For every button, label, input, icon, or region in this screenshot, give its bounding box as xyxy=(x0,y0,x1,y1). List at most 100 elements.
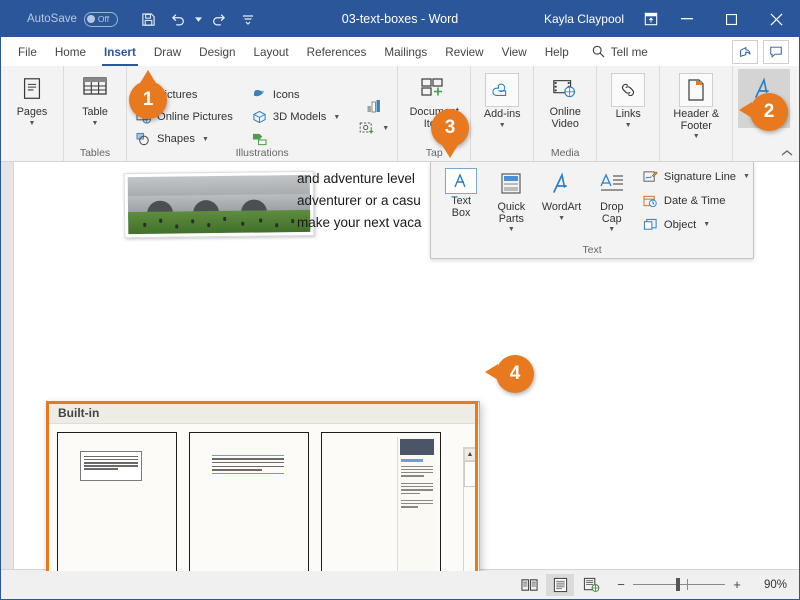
autosave-toggle[interactable]: AutoSave Off xyxy=(27,11,118,27)
chevron-down-icon[interactable]: ▼ xyxy=(625,122,632,130)
ribbon-group-pages: Pages ▼ xyxy=(1,66,63,161)
zoom-control[interactable]: − + 90% xyxy=(616,577,787,592)
date-time-label: Date & Time xyxy=(663,194,726,207)
object-button[interactable]: Object ▼ xyxy=(639,215,753,234)
status-bar: − + 90% xyxy=(1,569,799,599)
tab-review[interactable]: Review xyxy=(436,39,492,66)
undo-dropdown-caret-icon[interactable] xyxy=(194,6,203,32)
tab-file[interactable]: File xyxy=(9,39,46,66)
ribbon-group-tables: Table ▼ Tables xyxy=(63,66,126,161)
print-layout-icon[interactable] xyxy=(546,573,574,596)
add-ins-button[interactable]: Add-ins ▼ xyxy=(476,69,528,130)
icons-button[interactable]: Icons xyxy=(248,86,343,105)
tab-references[interactable]: References xyxy=(298,39,376,66)
tab-layout[interactable]: Layout xyxy=(245,39,298,66)
3d-models-button[interactable]: 3D Models ▼ xyxy=(248,108,343,127)
document-area[interactable]: and adventure level adventurer or a casu… xyxy=(1,162,799,571)
tab-draw[interactable]: Draw xyxy=(145,39,190,66)
chart-button[interactable] xyxy=(362,97,385,116)
chevron-down-icon[interactable]: ▼ xyxy=(703,221,710,228)
callout-badge-1: 1 xyxy=(129,70,167,119)
tab-home[interactable]: Home xyxy=(46,39,95,66)
save-icon[interactable] xyxy=(136,6,162,32)
autosave-switch[interactable]: Off xyxy=(83,11,118,27)
chevron-down-icon[interactable]: ▼ xyxy=(558,215,565,223)
zoom-slider[interactable] xyxy=(633,578,725,591)
undo-icon[interactable] xyxy=(165,6,191,32)
chevron-down-icon[interactable]: ▼ xyxy=(693,133,700,141)
online-pictures-label: Online Pictures xyxy=(157,111,233,123)
gallery-header: Built-in xyxy=(47,402,479,424)
ribbon: Pages ▼ Table ▼ Tables Pictures Online P… xyxy=(1,66,799,162)
restore-icon[interactable] xyxy=(709,1,754,37)
online-video-button[interactable]: Online Video xyxy=(539,69,591,130)
ribbon-group-media: Online Video Media xyxy=(533,66,596,161)
signature-line-button[interactable]: Signature Line ▼ xyxy=(639,167,753,186)
gallery-body[interactable]: Simple Text Box Austin Quote xyxy=(47,424,479,571)
thumb-textbox-preview xyxy=(80,451,142,481)
gallery-scrollbar[interactable]: ▲ ▼ xyxy=(463,447,477,571)
gallery-item-simple-text-box[interactable]: Simple Text Box xyxy=(57,432,177,571)
chevron-down-icon[interactable]: ▼ xyxy=(382,125,389,132)
pages-icon xyxy=(16,73,48,105)
user-account-name[interactable]: Kayla Claypool xyxy=(544,12,624,26)
header-footer-label: Header & Footer xyxy=(673,108,720,132)
group-name-text: Text xyxy=(582,244,602,256)
read-mode-icon[interactable] xyxy=(515,574,543,596)
document-photo[interactable] xyxy=(123,170,315,239)
thumbnail-austin-sidebar[interactable] xyxy=(321,432,441,571)
text-box-label-2: Box xyxy=(451,206,471,219)
chevron-down-icon[interactable]: ▼ xyxy=(333,114,340,121)
redo-icon[interactable] xyxy=(206,6,232,32)
quick-parts-label-1: Quick xyxy=(497,201,526,213)
shapes-button[interactable]: Shapes ▼ xyxy=(132,130,236,149)
smartart-button[interactable]: SmartArt xyxy=(248,130,343,149)
table-button[interactable]: Table ▼ xyxy=(69,69,121,128)
tab-view[interactable]: View xyxy=(493,39,536,66)
chevron-down-icon[interactable]: ▼ xyxy=(92,120,99,128)
date-time-button[interactable]: Date & Time xyxy=(639,191,753,210)
chevron-down-icon[interactable]: ▼ xyxy=(608,226,615,234)
callout-badge-3-number: 3 xyxy=(444,117,456,138)
ribbon-display-options-icon[interactable] xyxy=(638,6,664,32)
zoom-out-button[interactable]: − xyxy=(616,577,626,592)
thumbnail-austin-quote[interactable] xyxy=(189,432,309,571)
close-icon[interactable] xyxy=(754,1,799,37)
gallery-item-austin-quote[interactable]: Austin Quote xyxy=(189,432,309,571)
chevron-down-icon[interactable]: ▼ xyxy=(202,136,209,143)
text-box-icon xyxy=(445,168,478,194)
pages-button[interactable]: Pages ▼ xyxy=(6,69,58,128)
ribbon-group-header-footer: Header & Footer ▼ xyxy=(659,66,732,161)
links-label: Links xyxy=(615,108,641,120)
header-footer-button[interactable]: Header & Footer ▼ xyxy=(665,69,727,141)
customize-quick-access-toolbar-icon[interactable] xyxy=(235,6,261,32)
drop-cap-label-1: Drop xyxy=(600,201,624,213)
autosave-label: AutoSave xyxy=(27,13,77,25)
collapse-ribbon-icon[interactable] xyxy=(781,149,793,159)
scrollbar-thumb[interactable] xyxy=(464,461,476,487)
share-icon[interactable] xyxy=(732,40,758,64)
tab-mailings[interactable]: Mailings xyxy=(375,39,436,66)
3d-models-label: 3D Models xyxy=(272,111,327,123)
gallery-item-austin-sidebar[interactable]: Austin Sidebar xyxy=(321,432,441,571)
object-label: Object xyxy=(663,218,697,231)
chevron-down-icon[interactable]: ▼ xyxy=(743,173,750,180)
tab-insert[interactable]: Insert xyxy=(95,39,145,66)
tell-me-search[interactable]: Tell me xyxy=(592,39,648,66)
chevron-down-icon[interactable]: ▼ xyxy=(508,226,515,234)
tab-design[interactable]: Design xyxy=(190,39,244,66)
chevron-down-icon[interactable]: ▼ xyxy=(499,122,506,130)
scroll-up-icon[interactable]: ▲ xyxy=(464,448,476,461)
minimize-icon[interactable] xyxy=(664,1,709,37)
zoom-in-button[interactable]: + xyxy=(732,577,742,592)
chevron-down-icon[interactable]: ▼ xyxy=(29,120,36,128)
links-button[interactable]: Links ▼ xyxy=(602,69,654,130)
screenshot-button[interactable]: ▼ xyxy=(355,119,392,138)
zoom-slider-thumb[interactable] xyxy=(676,578,680,591)
thumbnail-simple-text-box[interactable] xyxy=(57,432,177,571)
text-box-gallery-dropdown[interactable]: Built-in Simple Text Box xyxy=(46,401,480,571)
web-layout-icon[interactable] xyxy=(577,574,605,596)
zoom-level-label[interactable]: 90% xyxy=(755,579,787,591)
tab-help[interactable]: Help xyxy=(536,39,578,66)
comments-icon[interactable] xyxy=(763,40,789,64)
